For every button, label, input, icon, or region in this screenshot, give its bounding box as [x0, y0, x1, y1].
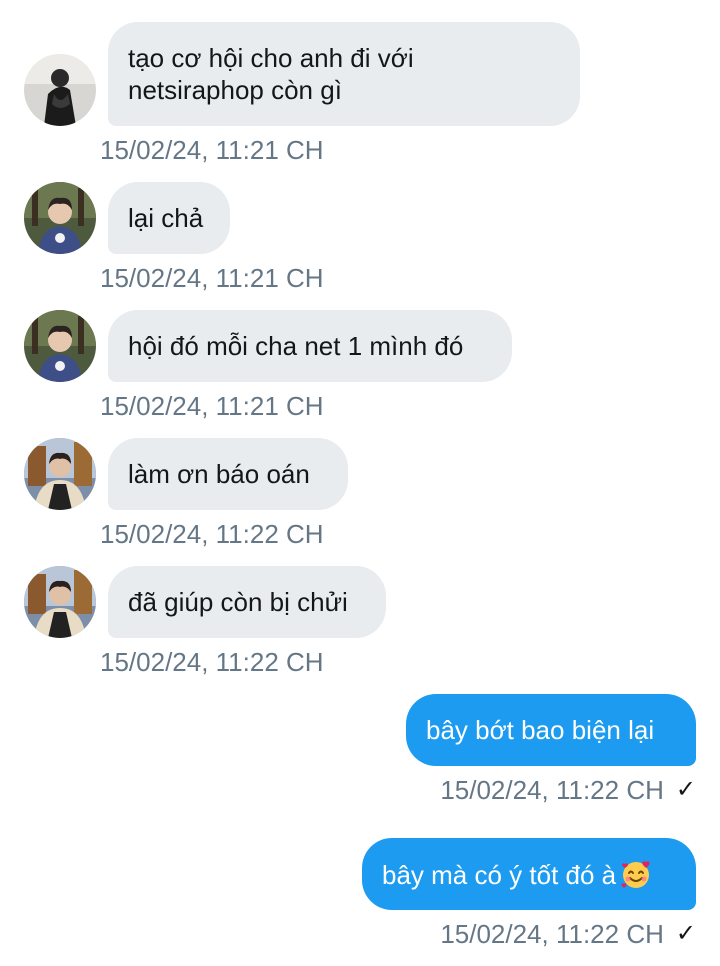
message-text: lại chả [128, 203, 204, 233]
avatar[interactable] [24, 182, 96, 254]
message-timestamp: 15/02/24, 11:22 CH ✓ [440, 774, 696, 806]
message-bubble[interactable]: đã giúp còn bị chửi [108, 566, 386, 638]
message-timestamp: 15/02/24, 11:22 CH ✓ [440, 918, 696, 950]
message-bubble-outgoing[interactable]: bây mà có ý tốt đó à [362, 838, 696, 910]
timestamp-text: 15/02/24, 11:22 CH [440, 775, 664, 805]
avatar[interactable] [24, 310, 96, 382]
message-bubble[interactable]: làm ơn báo oán [108, 438, 348, 510]
message-timestamp: 15/02/24, 11:21 CH [100, 391, 324, 421]
sent-check-icon: ✓ [675, 920, 696, 947]
message-timestamp: 15/02/24, 11:22 CH [100, 647, 324, 677]
message-text: bây bớt bao biện lại [426, 715, 655, 745]
sent-check-icon: ✓ [675, 776, 696, 803]
message-bubble[interactable]: lại chả [108, 182, 230, 254]
smiling-face-with-hearts-icon [620, 858, 652, 890]
avatar[interactable] [24, 438, 96, 510]
avatar[interactable] [24, 54, 96, 126]
message-timestamp: 15/02/24, 11:22 CH [100, 519, 324, 549]
message-text: làm ơn báo oán [128, 459, 310, 489]
timestamp-text: 15/02/24, 11:22 CH [440, 919, 664, 949]
message-text: hội đó mỗi cha net 1 mình đó [128, 331, 464, 361]
avatar[interactable] [24, 566, 96, 638]
message-timestamp: 15/02/24, 11:21 CH [100, 263, 324, 293]
message-bubble[interactable]: hội đó mỗi cha net 1 mình đó [108, 310, 512, 382]
message-timestamp: 15/02/24, 11:21 CH [100, 135, 324, 165]
message-bubble[interactable]: tạo cơ hội cho anh đi với netsiraphop cò… [108, 22, 580, 126]
message-text: bây mà có ý tốt đó à [382, 860, 617, 890]
message-text: đã giúp còn bị chửi [128, 587, 348, 617]
message-text: tạo cơ hội cho anh đi với netsiraphop cò… [128, 43, 414, 105]
message-bubble-outgoing[interactable]: bây bớt bao biện lại [406, 694, 696, 766]
